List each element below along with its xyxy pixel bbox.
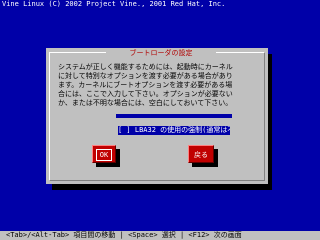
- ok-button[interactable]: OK: [92, 145, 116, 163]
- installer-header: Vine Linux (C) 2002 Project Vine., 2001 …: [2, 0, 226, 8]
- help-bar: <Tab>/<Alt-Tab> 項目間の移動 | <Space> 選択 | <F…: [0, 231, 320, 240]
- boot-options-input[interactable]: [116, 114, 232, 118]
- message-line: に対して特別なオプションを渡す必要がある場合があり: [58, 72, 233, 80]
- lba32-checkbox[interactable]: [ ] LBA32 の使用の強制(通常は不必要): [118, 126, 230, 135]
- dialog-title: ブートローダの設定: [106, 49, 216, 57]
- back-button-label: 戻る: [194, 151, 208, 159]
- ok-button-label: OK: [95, 149, 113, 161]
- message-line: 合には、ここで入力して下さい。オプションが必要ない: [58, 90, 233, 98]
- message-line: システムが正しく機能するためには、起動時にカーネル: [58, 63, 233, 71]
- back-button[interactable]: 戻る: [188, 145, 214, 163]
- message-line: か、または不明な場合には、空白にしておいて下さい。: [58, 99, 233, 107]
- message-line: ます。カーネルにブートオプションを渡す必要がある場: [58, 81, 233, 89]
- dialog-message: システムが正しく機能するためには、起動時にカーネル に対して特別なオプションを渡…: [58, 63, 262, 115]
